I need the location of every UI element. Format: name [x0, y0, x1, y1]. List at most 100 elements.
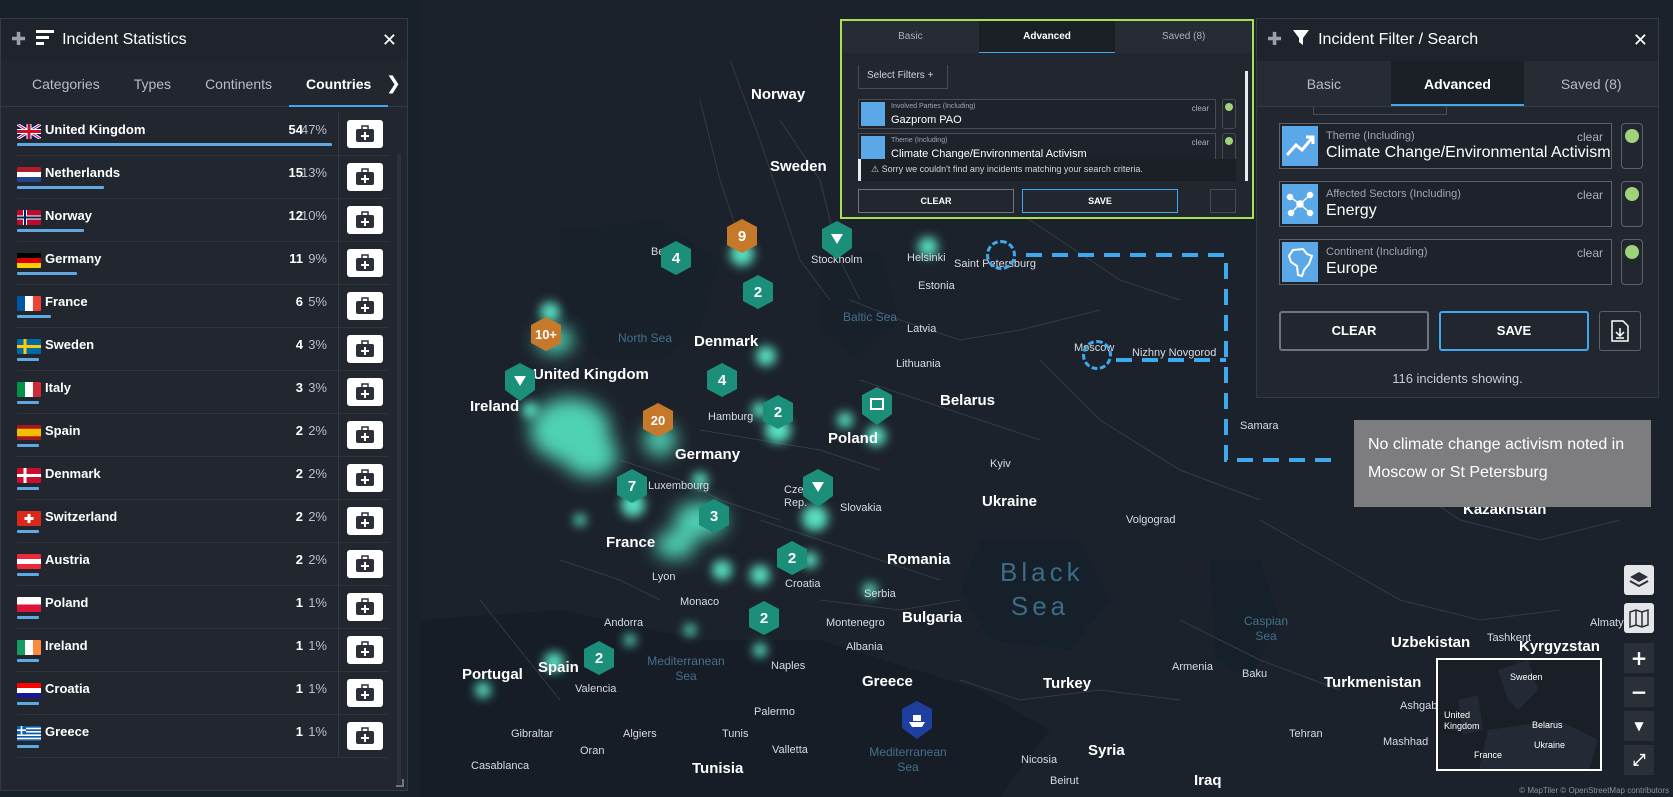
add-filter-button[interactable] [347, 249, 383, 277]
add-filter-button[interactable] [347, 335, 383, 363]
inset-clear-button[interactable]: CLEAR [858, 189, 1014, 213]
field-clear-link[interactable]: clear [1577, 130, 1603, 144]
inset-toggle[interactable] [1222, 99, 1236, 129]
filter-field-continent[interactable]: Continent (Including) Europe clear [1279, 239, 1612, 285]
filter-field-theme[interactable]: Theme (Including) Climate Change/Environ… [1279, 123, 1612, 169]
field-clear-link[interactable]: clear [1577, 246, 1603, 260]
tab-saved[interactable]: Saved (8) [1524, 61, 1659, 106]
add-filter-button[interactable] [347, 679, 383, 707]
compass-icon[interactable]: ▼ [1624, 711, 1654, 741]
country-row[interactable]: Switzerland 2 2% [17, 500, 389, 543]
resize-handle-icon[interactable] [396, 779, 404, 787]
close-icon[interactable]: ✕ [1633, 30, 1648, 51]
add-filter-button[interactable] [347, 464, 383, 492]
basemap-icon[interactable] [1624, 603, 1654, 633]
country-row[interactable]: Spain 2 2% [17, 414, 389, 457]
field-clear-link[interactable]: clear [1192, 104, 1209, 113]
field-clear-link[interactable]: clear [1192, 138, 1209, 147]
inset-tab-saved[interactable]: Saved (8) [1115, 21, 1252, 53]
country-count: 2 [295, 423, 303, 438]
filter-toggle-sectors[interactable] [1621, 181, 1643, 227]
country-percent: 1% [308, 724, 327, 739]
country-row[interactable]: Netherlands 15 13% [17, 156, 389, 199]
inset-field-involved-parties[interactable]: Involved Parties (Including) Gazprom PAO… [858, 99, 1216, 129]
inset-tabs: Basic Advanced Saved (8) [842, 21, 1252, 53]
briefcase-plus-icon [356, 426, 374, 443]
country-share-bar [17, 229, 84, 232]
flag-hr-icon [17, 683, 41, 698]
tab-continents[interactable]: Continents [188, 61, 289, 107]
add-filter-button[interactable] [347, 292, 383, 320]
field-label: Involved Parties (Including) [891, 103, 976, 110]
flag-at-icon [17, 554, 41, 569]
country-row[interactable]: Ireland 1 1% [17, 629, 389, 672]
tab-basic[interactable]: Basic [1257, 61, 1391, 106]
country-row[interactable]: Sweden 4 3% [17, 328, 389, 371]
add-filter-button[interactable] [347, 722, 383, 750]
close-icon[interactable]: ✕ [382, 30, 397, 51]
save-button[interactable]: SAVE [1439, 311, 1589, 351]
briefcase-plus-icon [356, 641, 374, 658]
country-count: 3 [295, 380, 303, 395]
flag-no-icon [17, 210, 41, 225]
add-filter-button[interactable] [347, 163, 383, 191]
country-row[interactable]: Austria 2 2% [17, 543, 389, 586]
fullscreen-icon[interactable]: ⤢ [1624, 745, 1654, 775]
country-share-bar [17, 401, 39, 404]
add-filter-button[interactable] [347, 378, 383, 406]
country-row[interactable]: Poland 1 1% [17, 586, 389, 629]
field-value: Energy [1326, 202, 1377, 219]
layers-icon[interactable] [1624, 565, 1654, 595]
clear-button[interactable]: CLEAR [1279, 311, 1429, 351]
inset-tab-advanced[interactable]: Advanced [978, 21, 1116, 53]
field-value: Climate Change/Environmental Activism [1326, 144, 1611, 161]
add-filter-button[interactable] [347, 636, 383, 664]
country-row[interactable]: Germany 11 9% [17, 242, 389, 285]
zoom-in-icon[interactable]: + [1624, 643, 1654, 673]
select-filters-button[interactable]: Select Filters + [858, 65, 948, 89]
country-row[interactable]: Croatia 1 1% [17, 672, 389, 715]
select-filters-stub[interactable] [1313, 107, 1447, 115]
scrollbar[interactable] [397, 154, 401, 784]
country-name: United Kingdom [45, 122, 146, 137]
filter-toggle-continent[interactable] [1621, 239, 1643, 285]
chevron-right-icon[interactable]: ❯ [386, 73, 401, 94]
field-label: Continent (Including) [1326, 246, 1428, 258]
country-row[interactable]: Denmark 2 2% [17, 457, 389, 500]
warning-icon: ⚠ [871, 164, 880, 174]
drag-handle-icon[interactable]: ✚ [1267, 31, 1282, 49]
drag-handle-icon[interactable]: ✚ [11, 31, 26, 49]
add-filter-button[interactable] [347, 206, 383, 234]
filter-panel-header: ✚ Incident Filter / Search ✕ [1257, 19, 1658, 61]
country-row[interactable]: Norway 12 10% [17, 199, 389, 242]
country-percent: 2% [308, 466, 327, 481]
inset-tab-basic[interactable]: Basic [842, 21, 979, 53]
country-row[interactable]: Italy 3 3% [17, 371, 389, 414]
inset-save-button[interactable]: SAVE [1022, 189, 1178, 213]
tab-advanced[interactable]: Advanced [1390, 61, 1525, 106]
add-filter-button[interactable] [347, 550, 383, 578]
overview-minimap[interactable]: Sweden United Kingdom Belarus Ukraine Fr… [1436, 658, 1602, 771]
country-row[interactable]: United Kingdom 54 47% [17, 113, 389, 156]
country-row[interactable]: France 6 5% [17, 285, 389, 328]
country-percent: 1% [308, 681, 327, 696]
tab-categories[interactable]: Categories [15, 61, 117, 107]
add-filter-button[interactable] [347, 593, 383, 621]
filter-field-sectors[interactable]: Affected Sectors (Including) Energy clea… [1279, 181, 1612, 227]
export-icon[interactable] [1599, 311, 1641, 351]
add-filter-button[interactable] [347, 120, 383, 148]
flag-pl-icon [17, 597, 41, 612]
add-filter-button[interactable] [347, 421, 383, 449]
country-share-bar [17, 444, 39, 447]
tab-countries[interactable]: Countries [289, 61, 389, 107]
filter-toggle-theme[interactable] [1621, 123, 1643, 169]
country-count: 2 [295, 466, 303, 481]
zoom-out-icon[interactable]: − [1624, 677, 1654, 707]
field-clear-link[interactable]: clear [1577, 188, 1603, 202]
tab-types[interactable]: Types [117, 61, 188, 107]
country-name: Germany [45, 251, 102, 266]
add-filter-button[interactable] [347, 507, 383, 535]
inset-export-icon[interactable] [1210, 189, 1236, 213]
country-percent: 3% [308, 337, 327, 352]
country-row[interactable]: Greece 1 1% [17, 715, 389, 758]
